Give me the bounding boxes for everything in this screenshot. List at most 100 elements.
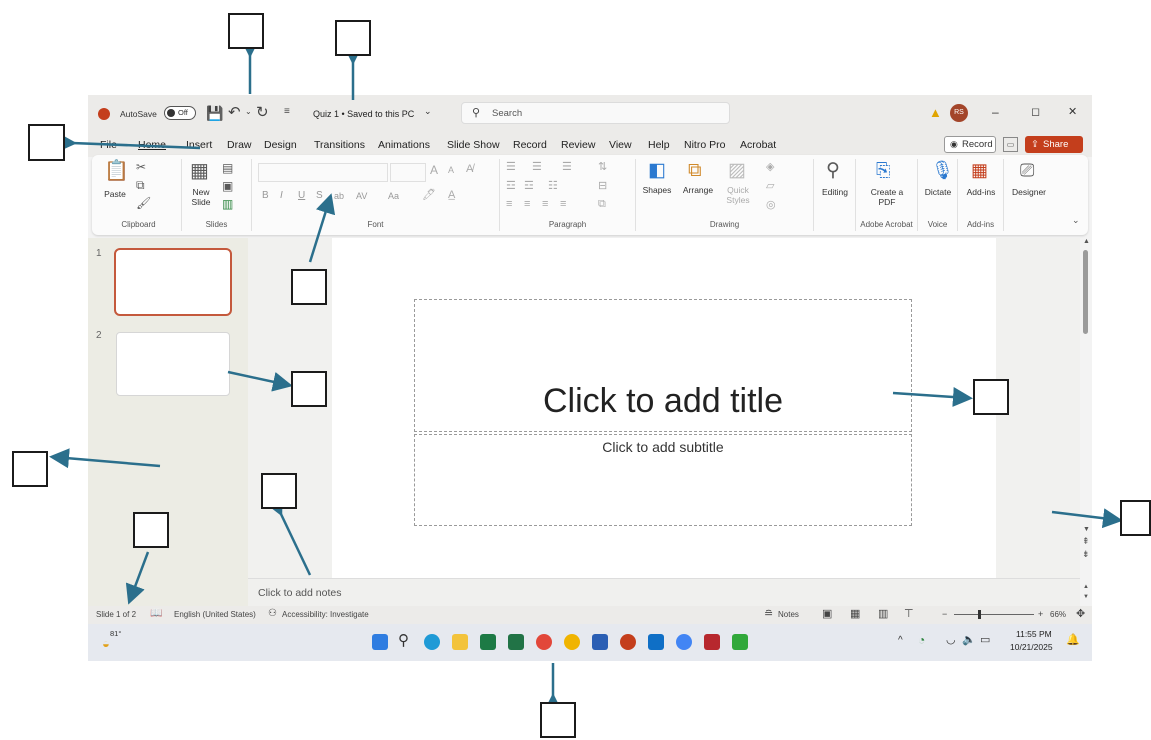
notes-scroll-down-icon[interactable]: ▼ xyxy=(1083,594,1089,600)
slide-count[interactable]: Slide 1 of 2 xyxy=(96,610,136,619)
volume-icon[interactable]: 🔈 xyxy=(962,633,976,646)
undo-icon[interactable]: ↶ xyxy=(228,103,241,121)
access-icon[interactable] xyxy=(704,634,720,650)
document-title[interactable]: Quiz 1 • Saved to this PC xyxy=(313,109,414,119)
font-name-select[interactable] xyxy=(258,163,388,182)
zoom-slider-thumb[interactable] xyxy=(978,610,981,619)
create-pdf-icon[interactable]: ⎘ xyxy=(876,161,890,179)
create-pdf-label[interactable]: Create a PDF xyxy=(868,187,906,207)
tab-nitro-pro[interactable]: Nitro Pro xyxy=(684,139,725,151)
avatar[interactable]: RS xyxy=(950,104,968,122)
tab-acrobat[interactable]: Acrobat xyxy=(740,139,776,151)
tab-slide-show[interactable]: Slide Show xyxy=(447,139,500,151)
bullets-icon[interactable]: ☰ xyxy=(506,162,516,173)
scroll-thumb[interactable] xyxy=(1083,250,1088,334)
notes-pane[interactable]: Click to add notes xyxy=(248,578,1080,607)
slide-thumbnail-pane[interactable]: 1 2 xyxy=(88,238,248,606)
align-left-icon[interactable]: ≡ xyxy=(506,199,512,210)
notification-bell-icon[interactable]: 🔔 xyxy=(1066,633,1080,646)
tab-animations[interactable]: Animations xyxy=(378,139,430,151)
indent-icon[interactable]: ☲ xyxy=(506,181,516,192)
strikethrough-button[interactable]: S xyxy=(316,191,323,201)
designer-icon[interactable]: ⎚ xyxy=(1020,161,1034,179)
italic-button[interactable]: I xyxy=(280,191,283,201)
numbering-icon[interactable]: ☰ xyxy=(532,162,542,173)
battery-icon[interactable]: ▭ xyxy=(980,633,990,646)
save-icon[interactable]: 💾 xyxy=(206,105,223,122)
font-color-icon[interactable]: A̲ xyxy=(448,190,455,201)
editing-search-icon[interactable]: ⚲ xyxy=(826,161,840,180)
excel-icon[interactable] xyxy=(480,634,496,650)
paste-label[interactable]: Paste xyxy=(100,189,130,199)
accessibility-icon[interactable]: ⚇ xyxy=(268,608,277,619)
warning-icon[interactable]: ▲ xyxy=(929,105,942,120)
tab-design[interactable]: Design xyxy=(264,139,297,151)
autosave-toggle[interactable]: Off xyxy=(164,106,196,120)
reset-icon[interactable]: ▣ xyxy=(222,180,233,192)
scroll-down-icon[interactable]: ▼ xyxy=(1083,526,1090,533)
arrange-icon[interactable]: ⧉ xyxy=(688,161,702,180)
word-icon[interactable] xyxy=(592,634,608,650)
next-slide-icon[interactable]: ⇟ xyxy=(1082,549,1090,560)
addins-button-label[interactable]: Add-ins xyxy=(958,187,1004,197)
editing-label[interactable]: Editing xyxy=(814,187,856,197)
title-placeholder[interactable]: Click to add title xyxy=(414,299,912,432)
shape-effects-icon[interactable]: ◎ xyxy=(766,200,776,211)
reading-view-icon[interactable]: ▥ xyxy=(878,607,888,620)
zoom-out-button[interactable]: − xyxy=(942,609,947,619)
clock-date[interactable]: 10/21/2025 xyxy=(1010,642,1053,652)
align-right-icon[interactable]: ≡ xyxy=(542,199,548,210)
align-text-icon[interactable]: ⊟ xyxy=(598,181,607,192)
chrome-profile-icon[interactable] xyxy=(564,634,580,650)
align-center-icon[interactable]: ≡ xyxy=(524,199,530,210)
maximize-button[interactable]: ◻ xyxy=(1031,105,1040,118)
start-icon[interactable] xyxy=(372,634,388,650)
minimize-button[interactable]: – xyxy=(992,105,999,119)
redo-icon[interactable]: ↻ xyxy=(256,103,269,121)
customize-toolbar-icon[interactable]: ≡ xyxy=(284,106,290,117)
copy-icon[interactable]: ⧉ xyxy=(136,179,145,191)
tab-draw[interactable]: Draw xyxy=(227,139,252,151)
highlight-icon[interactable]: 🖊 xyxy=(422,190,436,201)
previous-slide-icon[interactable]: ⇞ xyxy=(1082,536,1090,547)
taskbar-search-icon[interactable]: ⚲ xyxy=(398,631,409,649)
text-direction-icon[interactable]: ⇅ xyxy=(598,162,607,173)
tab-review[interactable]: Review xyxy=(561,139,595,151)
powerpoint-taskbar-icon[interactable] xyxy=(620,634,636,650)
zoom-in-button[interactable]: + xyxy=(1038,609,1043,619)
chrome-alt-icon[interactable] xyxy=(676,634,692,650)
edge-icon[interactable] xyxy=(424,634,440,650)
vertical-scrollbar[interactable]: ▲ ▼ ⇞ ⇟ ▲ ▼ xyxy=(1080,238,1092,606)
tab-record[interactable]: Record xyxy=(513,139,547,151)
layout-icon[interactable]: ▤ xyxy=(222,162,233,174)
decrease-font-icon[interactable]: A xyxy=(448,166,454,175)
new-slide-icon[interactable]: ▦ xyxy=(190,161,209,181)
slide-thumbnail-2[interactable] xyxy=(116,332,230,396)
subtitle-placeholder[interactable]: Click to add subtitle xyxy=(414,434,912,526)
project-icon[interactable] xyxy=(732,634,748,650)
comments-icon[interactable]: ▭ xyxy=(1003,137,1018,152)
tab-insert[interactable]: Insert xyxy=(186,139,212,151)
change-case-button[interactable]: Aa xyxy=(388,192,399,201)
clear-format-icon[interactable]: A̸ xyxy=(466,164,473,175)
dictate-label[interactable]: Dictate xyxy=(918,187,958,197)
cut-icon[interactable]: ✂ xyxy=(136,161,146,173)
notes-toggle-label[interactable]: Notes xyxy=(778,610,799,619)
zoom-slider[interactable] xyxy=(954,610,1034,619)
file-explorer-icon[interactable] xyxy=(452,634,468,650)
quick-styles-label[interactable]: Quick Styles xyxy=(720,185,756,205)
fit-slide-icon[interactable]: ✥ xyxy=(1076,607,1085,620)
notes-scroll-up-icon[interactable]: ▲ xyxy=(1083,584,1089,590)
addins-icon[interactable]: ▦ xyxy=(971,161,988,179)
spacing-button[interactable]: AV xyxy=(356,192,367,201)
scroll-up-icon[interactable]: ▲ xyxy=(1083,238,1090,245)
tab-transitions[interactable]: Transitions xyxy=(314,139,365,151)
justify-icon[interactable]: ≡ xyxy=(560,199,566,210)
close-button[interactable]: ✕ xyxy=(1068,105,1077,118)
weather-icon[interactable]: ◒ xyxy=(102,636,110,651)
clock-time[interactable]: 11:55 PM xyxy=(1016,629,1052,639)
language-label[interactable]: English (United States) xyxy=(174,610,256,619)
wifi-icon[interactable]: ◡ xyxy=(946,633,956,646)
bold-button[interactable]: B xyxy=(262,191,269,201)
section-icon[interactable]: ▥ xyxy=(222,198,233,210)
